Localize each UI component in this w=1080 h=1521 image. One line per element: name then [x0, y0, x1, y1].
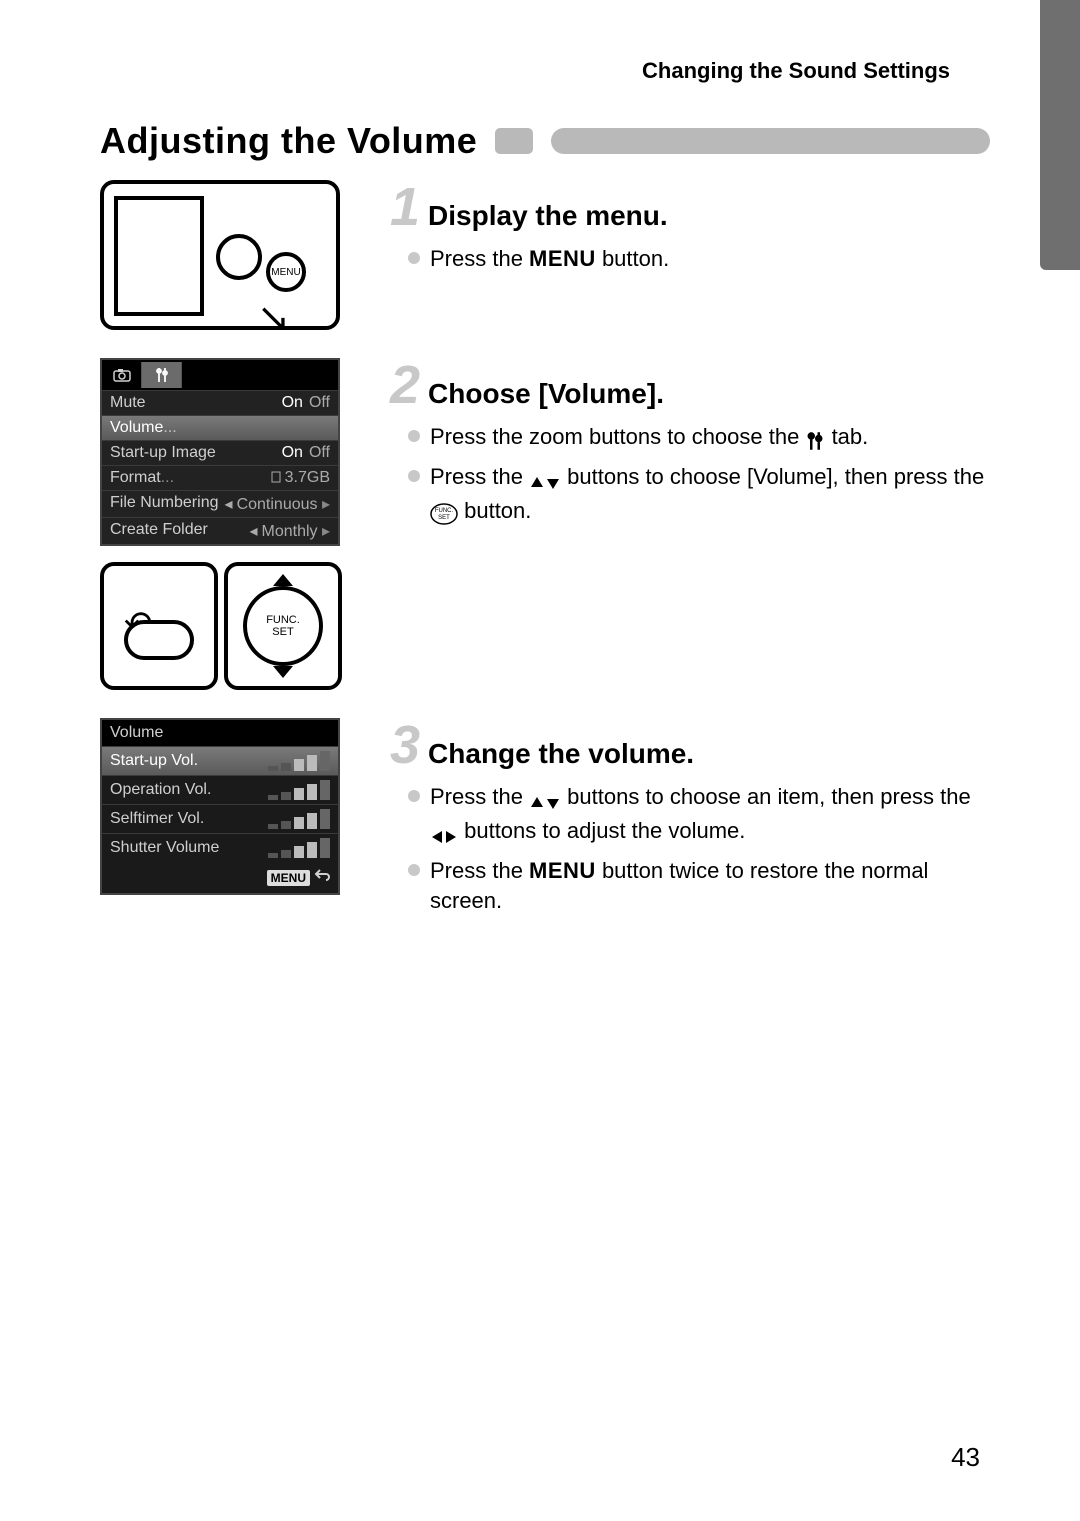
menu-row: File Numbering◂Continuous ▸: [102, 490, 338, 517]
step2-bullets: Press the zoom buttons to choose the tab…: [390, 422, 990, 529]
menu-row: Start-up ImageOnOff: [102, 440, 338, 465]
camera-lineart-funcset: FUNC. SET: [224, 562, 342, 690]
menu-screenshot: MuteOnOffVolume...Start-up ImageOnOffFor…: [100, 358, 340, 546]
thumb-tab: [1040, 0, 1080, 270]
svg-text:FUNC.: FUNC.: [435, 508, 454, 514]
menu-row: Create Folder◂Monthly ▸: [102, 517, 338, 544]
step-number: 2: [390, 358, 420, 412]
step-number: 1: [390, 180, 420, 234]
tab-camera-icon: [102, 362, 142, 388]
menu-row: Volume...: [102, 415, 338, 440]
menu-row: MuteOnOff: [102, 390, 338, 415]
bullet-item: Press the MENU button twice to restore t…: [408, 856, 990, 918]
step-title: Change the volume.: [428, 738, 694, 770]
menu-row: Format...3.7GB: [102, 465, 338, 490]
svg-text:SET: SET: [438, 515, 450, 521]
bullet-item: Press the buttons to choose [Volume], th…: [408, 462, 990, 530]
volume-row: Operation Vol.: [102, 775, 338, 804]
camera-lineart-menu: MENU ↘: [100, 180, 340, 330]
step-number: 3: [390, 718, 420, 772]
func-set-icon: FUNC.SET: [430, 499, 458, 530]
volume-row: Start-up Vol.: [102, 746, 338, 775]
func-set-icon: FUNC. SET: [243, 586, 323, 666]
menu-badge: MENU: [267, 870, 310, 886]
up-down-triangle-icon: [529, 465, 561, 496]
title-bar: [551, 128, 990, 154]
menu-word-icon: MENU: [529, 858, 596, 883]
up-down-triangle-icon: [529, 785, 561, 816]
step-title: Display the menu.: [428, 200, 668, 232]
tab-tools-icon: [142, 362, 182, 388]
menu-word-icon: MENU: [529, 246, 596, 271]
section-title: Adjusting the Volume: [100, 120, 477, 162]
bullet-item: Press the MENU button.: [408, 244, 990, 275]
section-title-row: Adjusting the Volume: [100, 120, 990, 162]
volume-row: Shutter Volume: [102, 833, 338, 862]
volume-row: Selftimer Vol.: [102, 804, 338, 833]
volume-screenshot-title: Volume: [102, 720, 338, 746]
bullet-item: Press the zoom buttons to choose the tab…: [408, 422, 990, 456]
volume-screenshot: Volume Start-up Vol.Operation Vol.Selfti…: [100, 718, 340, 895]
step1-bullets: Press the MENU button.: [390, 244, 990, 275]
step-title: Choose [Volume].: [428, 378, 664, 410]
left-right-triangle-icon: [430, 819, 458, 850]
title-chip: [495, 128, 533, 154]
tools-icon: [805, 425, 825, 456]
bullet-item: Press the buttons to choose an item, the…: [408, 782, 990, 850]
running-header: Changing the Sound Settings: [100, 58, 950, 84]
page-number: 43: [951, 1442, 980, 1473]
step3-bullets: Press the buttons to choose an item, the…: [390, 782, 990, 917]
menu-button-icon: MENU: [266, 252, 306, 292]
camera-lineart-zoom: ↶: [100, 562, 218, 690]
return-icon: [314, 868, 330, 887]
